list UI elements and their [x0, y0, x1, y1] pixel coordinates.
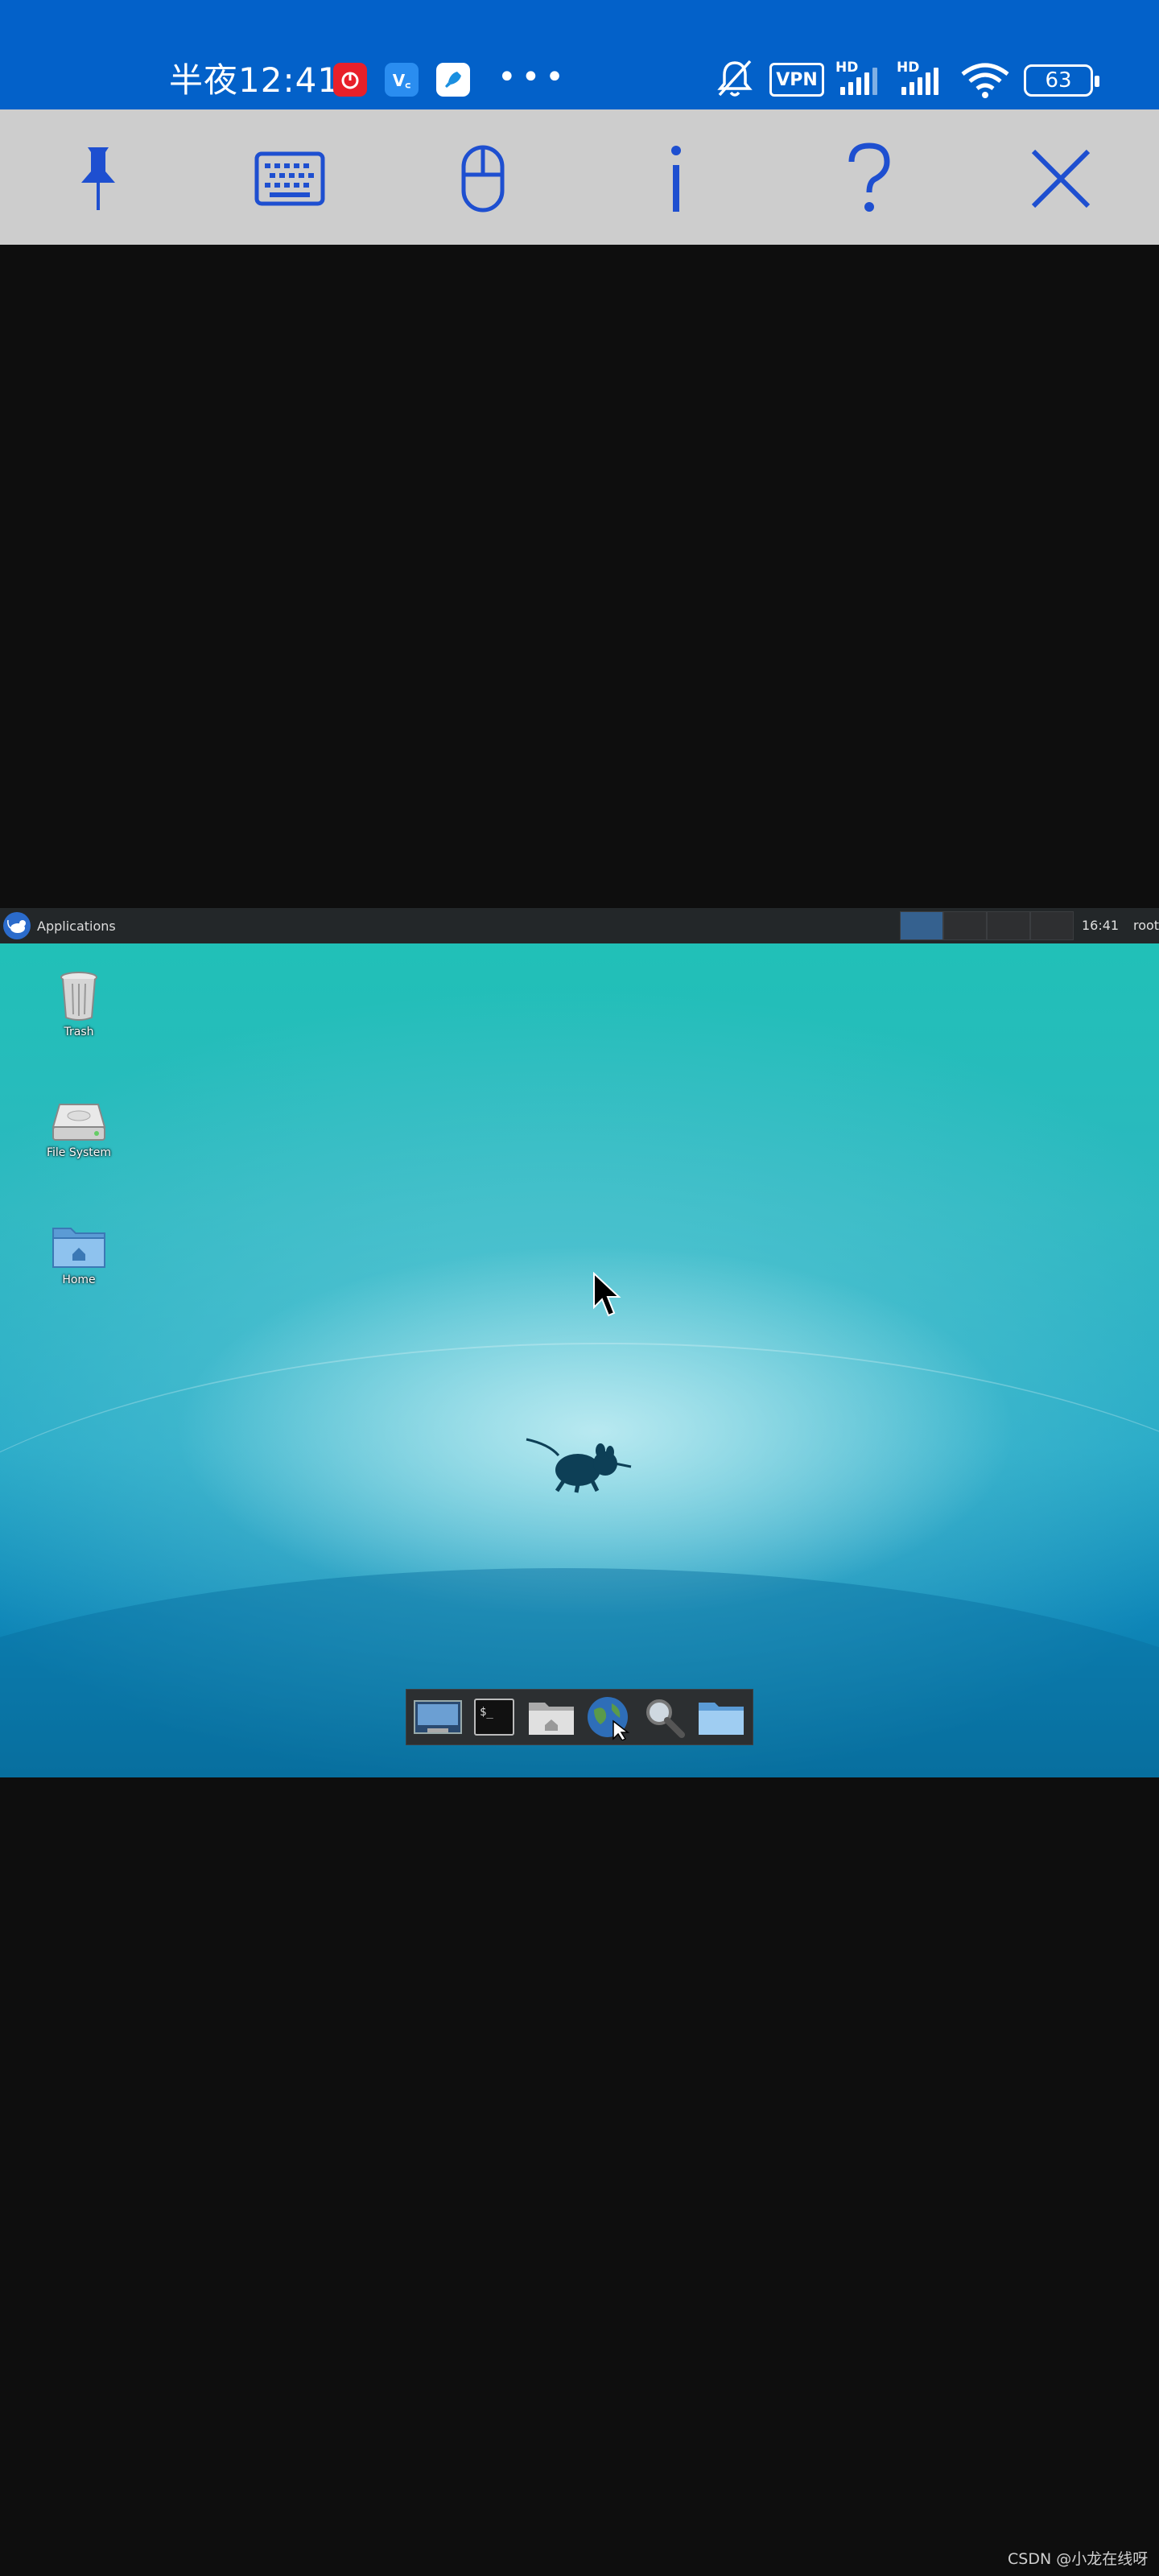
wifi-icon: [959, 61, 1011, 106]
status-bar: 半夜12:41 V꜀ ••• VPN HD HD 63: [0, 0, 1159, 109]
mouse-icon[interactable]: [443, 138, 523, 219]
desktop-icon-home[interactable]: Home: [31, 1222, 127, 1286]
help-icon[interactable]: [829, 138, 909, 219]
show-desktop-icon[interactable]: [412, 1693, 464, 1741]
xfce-dock: $_: [406, 1689, 753, 1745]
remote-desktop[interactable]: Applications 16:41 root Trash File Syste…: [0, 908, 1159, 1777]
workspace-4[interactable]: [1030, 911, 1074, 940]
rocket-notification-icon: [436, 63, 470, 97]
workspace-2[interactable]: [943, 911, 987, 940]
battery-indicator: 63: [1024, 64, 1099, 97]
xfce-mouse-logo: [526, 1438, 632, 1493]
xfce-top-panel: Applications 16:41 root: [0, 908, 1159, 943]
signal-2-icon: [901, 66, 938, 95]
applications-label: Applications: [37, 918, 116, 934]
netease-music-notification-icon: [333, 63, 367, 97]
info-icon[interactable]: [636, 138, 716, 219]
vpn-badge: VPN: [769, 63, 824, 97]
desktop-icon-label: File System: [46, 1146, 112, 1159]
search-icon[interactable]: [638, 1693, 690, 1741]
web-browser-icon[interactable]: [582, 1693, 633, 1741]
status-time: 半夜12:41: [169, 60, 340, 100]
terminal-icon[interactable]: $_: [468, 1693, 520, 1741]
phone-screen: 半夜12:41 V꜀ ••• VPN HD HD 63 Applications…: [0, 0, 1159, 2576]
workspace-1[interactable]: [900, 911, 943, 940]
desktop-icon-trash[interactable]: Trash: [31, 969, 127, 1038]
home-folder-icon[interactable]: [526, 1693, 577, 1741]
vc-notification-icon: V꜀: [385, 63, 419, 97]
desktop-icon-file-system[interactable]: File System: [31, 1098, 127, 1159]
panel-user[interactable]: root: [1133, 918, 1159, 933]
mute-bell-icon: [715, 56, 755, 101]
trash-icon: [60, 972, 97, 1021]
mouse-pointer-icon: [593, 1272, 621, 1317]
keyboard-icon[interactable]: [250, 138, 330, 219]
folder-icon[interactable]: [695, 1693, 747, 1741]
xfce-logo-icon: [3, 912, 31, 939]
panel-clock[interactable]: 16:41: [1082, 918, 1119, 933]
vnc-toolbar: [0, 109, 1159, 245]
close-icon[interactable]: [1021, 138, 1101, 219]
workspace-3[interactable]: [987, 911, 1030, 940]
signal-1-icon: [840, 66, 877, 95]
watermark: CSDN @小龙在线呀: [1008, 2550, 1149, 2568]
hard-drive-icon: [52, 1104, 106, 1141]
svg-text:$_: $_: [480, 1706, 493, 1719]
desktop-icon-label: Trash: [64, 1026, 94, 1038]
home-folder-icon: [52, 1228, 105, 1268]
applications-menu-button[interactable]: Applications: [0, 908, 116, 943]
pin-icon[interactable]: [58, 138, 138, 219]
more-notifications-icon: •••: [497, 59, 569, 96]
desktop-icon-label: Home: [62, 1274, 96, 1286]
